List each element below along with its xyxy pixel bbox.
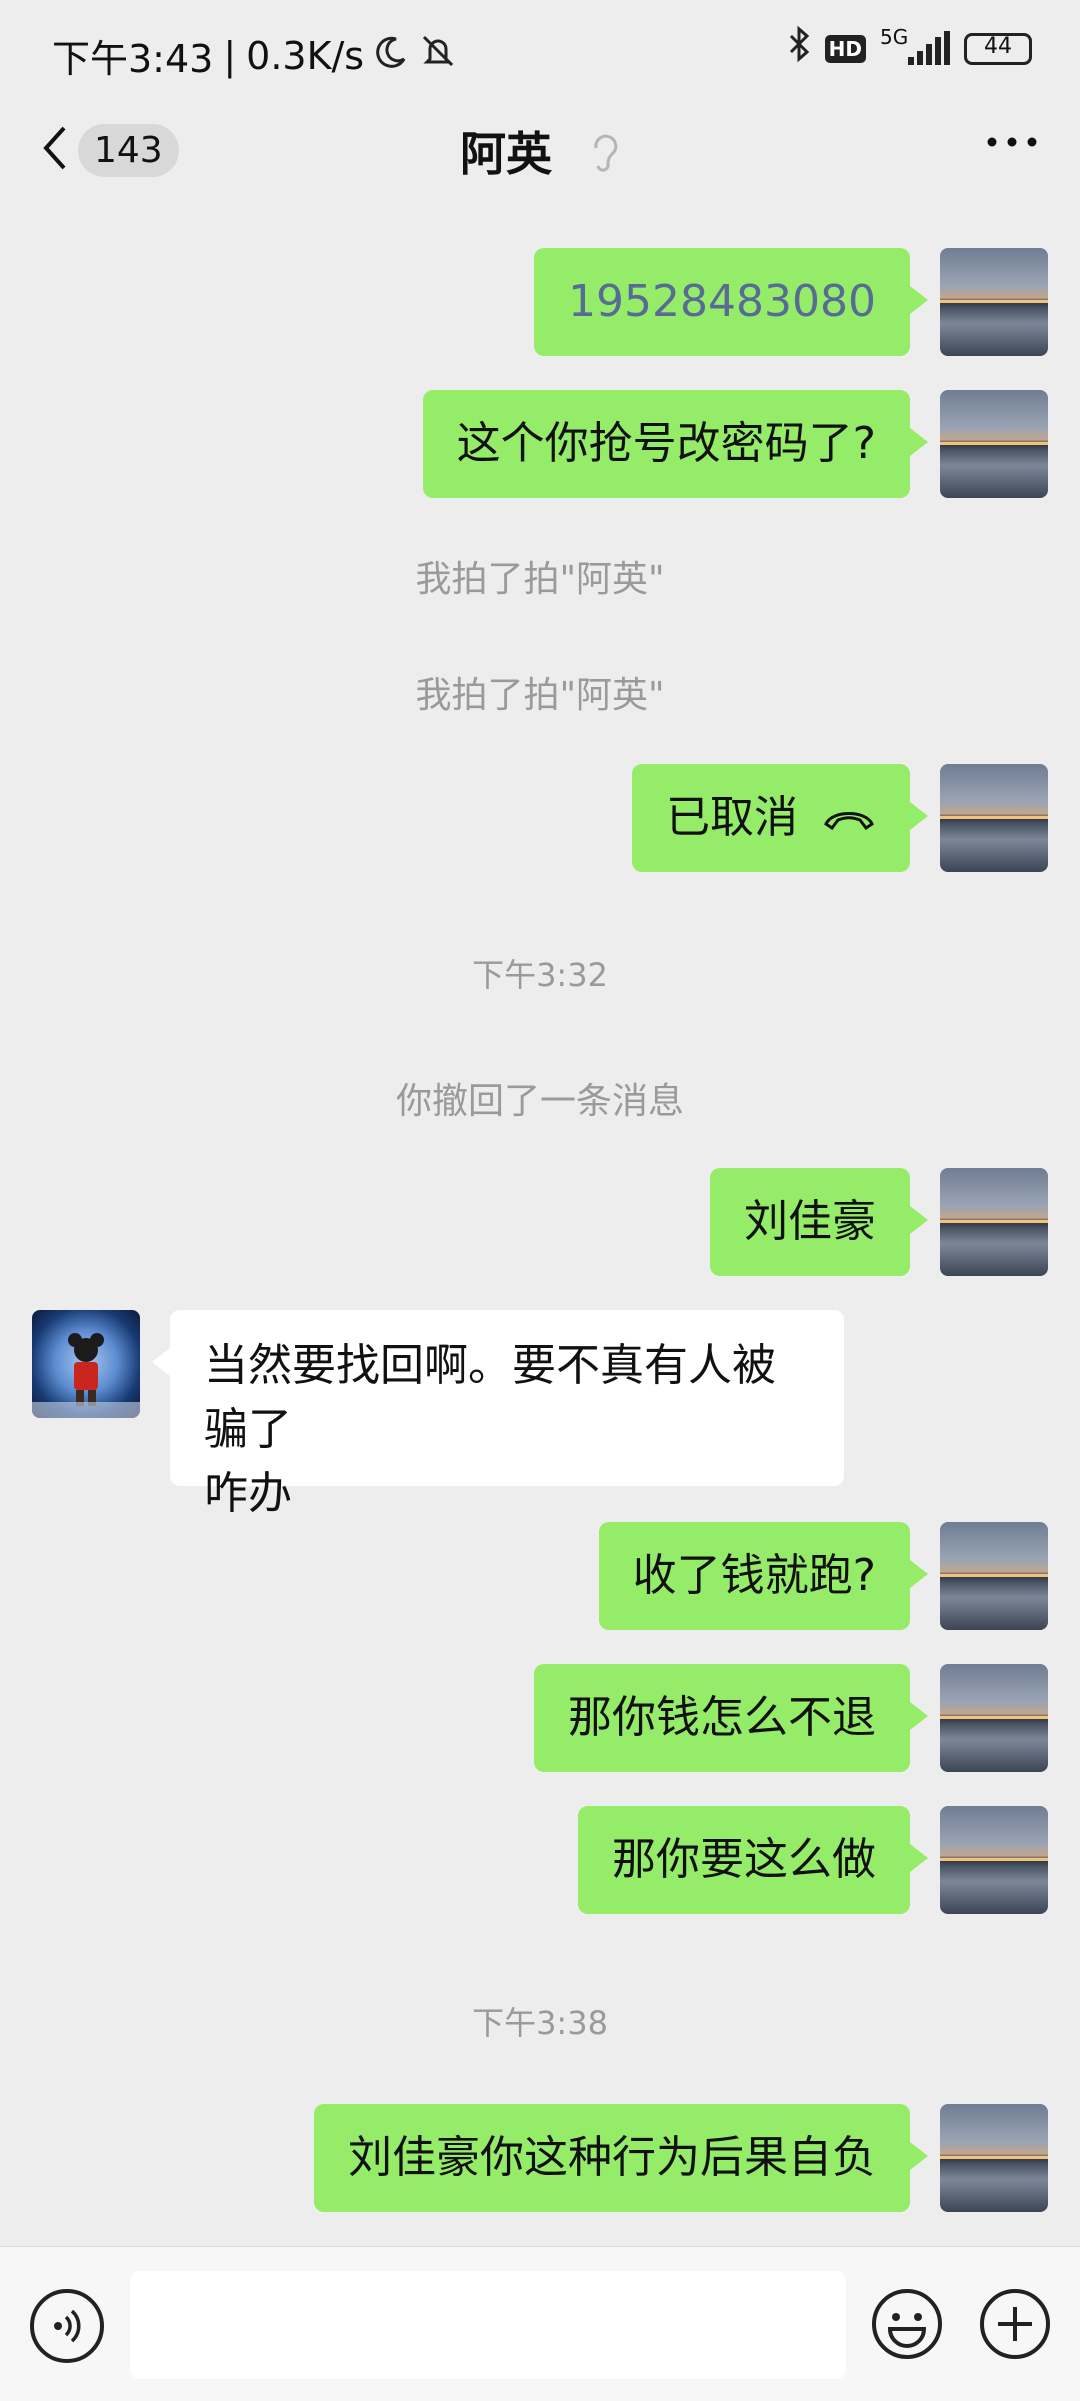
contact-avatar[interactable] bbox=[32, 1310, 140, 1418]
status-left: 下午3:43 | 0.3K/s bbox=[52, 28, 458, 83]
message-line: 当然要找回啊。要不真有人被骗了 bbox=[204, 1340, 776, 1455]
message-input[interactable] bbox=[130, 2271, 846, 2379]
my-avatar[interactable] bbox=[940, 764, 1048, 872]
mute-bell-icon bbox=[418, 33, 458, 78]
message-bubble[interactable]: 那你钱怎么不退 bbox=[534, 1664, 928, 1772]
timestamp: 下午3:38 bbox=[472, 2004, 608, 2042]
battery-icon: 44 bbox=[964, 32, 1032, 65]
signal-icon: 5G bbox=[880, 25, 950, 69]
message-bubble[interactable]: 这个你抢号改密码了? bbox=[422, 390, 929, 498]
recall-notice: 你撤回了一条消息 bbox=[395, 1081, 684, 1122]
system-message: 我拍了拍"阿英" bbox=[415, 675, 665, 716]
chat-title: 阿英 bbox=[459, 127, 552, 181]
message-row: 19528483080 bbox=[0, 246, 1080, 358]
voice-wave-icon bbox=[54, 2309, 81, 2343]
hangup-phone-icon bbox=[822, 764, 876, 872]
battery-level: 44 bbox=[984, 33, 1012, 59]
moon-icon bbox=[374, 34, 408, 78]
message-bubble[interactable]: 收了钱就跑? bbox=[598, 1522, 929, 1630]
message-row: 刘佳豪 bbox=[0, 1168, 1080, 1280]
emoji-button[interactable] bbox=[870, 2287, 944, 2365]
message-bubble[interactable]: 刘佳豪 bbox=[710, 1168, 928, 1276]
message-row: 刘佳豪你这种行为后果自负 bbox=[0, 2104, 1080, 2216]
nav-bar: 143 阿英 bbox=[0, 100, 1080, 208]
my-avatar[interactable] bbox=[940, 1806, 1048, 1914]
chat-title-wrap: 阿英 bbox=[0, 118, 1080, 185]
message-row: 那你钱怎么不退 bbox=[0, 1664, 1080, 1776]
more-dots-icon bbox=[987, 137, 1037, 147]
message-row: 已取消 bbox=[0, 764, 1080, 876]
my-avatar[interactable] bbox=[940, 390, 1048, 498]
status-time: 下午3:43 bbox=[52, 37, 214, 81]
status-right: HD 5G 44 bbox=[787, 25, 1032, 71]
status-divider: | bbox=[223, 33, 237, 78]
earpiece-mode-icon bbox=[590, 131, 620, 185]
input-bar bbox=[0, 2246, 1080, 2401]
message-row: 当然要找回啊。要不真有人被骗了 咋办 bbox=[0, 1310, 1080, 1519]
plus-icon bbox=[980, 2289, 1050, 2359]
message-line: 咋办 bbox=[204, 1468, 292, 1519]
message-row: 收了钱就跑? bbox=[0, 1522, 1080, 1634]
hd-badge: HD bbox=[824, 34, 866, 63]
status-speed: 0.3K/s bbox=[246, 33, 365, 78]
my-avatar[interactable] bbox=[940, 1664, 1048, 1772]
voice-input-button[interactable] bbox=[30, 2289, 104, 2363]
message-bubble[interactable]: 刘佳豪你这种行为后果自负 bbox=[314, 2104, 928, 2212]
my-avatar[interactable] bbox=[940, 248, 1048, 356]
system-message: 我拍了拍"阿英" bbox=[415, 559, 665, 600]
incoming-message-bubble[interactable]: 当然要找回啊。要不真有人被骗了 咋办 bbox=[152, 1310, 844, 1519]
bluetooth-icon bbox=[787, 25, 811, 71]
more-options-button[interactable] bbox=[984, 130, 1040, 158]
call-cancelled-bubble[interactable]: 已取消 bbox=[632, 764, 928, 872]
contact-avatar-figure bbox=[32, 1333, 140, 1418]
status-bar: 下午3:43 | 0.3K/s HD 5G 44 bbox=[0, 0, 1080, 100]
my-avatar[interactable] bbox=[940, 1522, 1048, 1630]
phone-number-bubble[interactable]: 19528483080 bbox=[534, 248, 928, 356]
my-avatar[interactable] bbox=[940, 2104, 1048, 2212]
message-row: 那你要这么做 bbox=[0, 1806, 1080, 1918]
message-bubble[interactable]: 那你要这么做 bbox=[578, 1806, 928, 1914]
timestamp: 下午3:32 bbox=[472, 956, 608, 994]
smile-icon bbox=[872, 2289, 942, 2359]
call-status-text: 已取消 bbox=[666, 792, 798, 843]
more-functions-button[interactable] bbox=[978, 2287, 1052, 2365]
my-avatar[interactable] bbox=[940, 1168, 1048, 1276]
message-row: 这个你抢号改密码了? bbox=[0, 390, 1080, 502]
